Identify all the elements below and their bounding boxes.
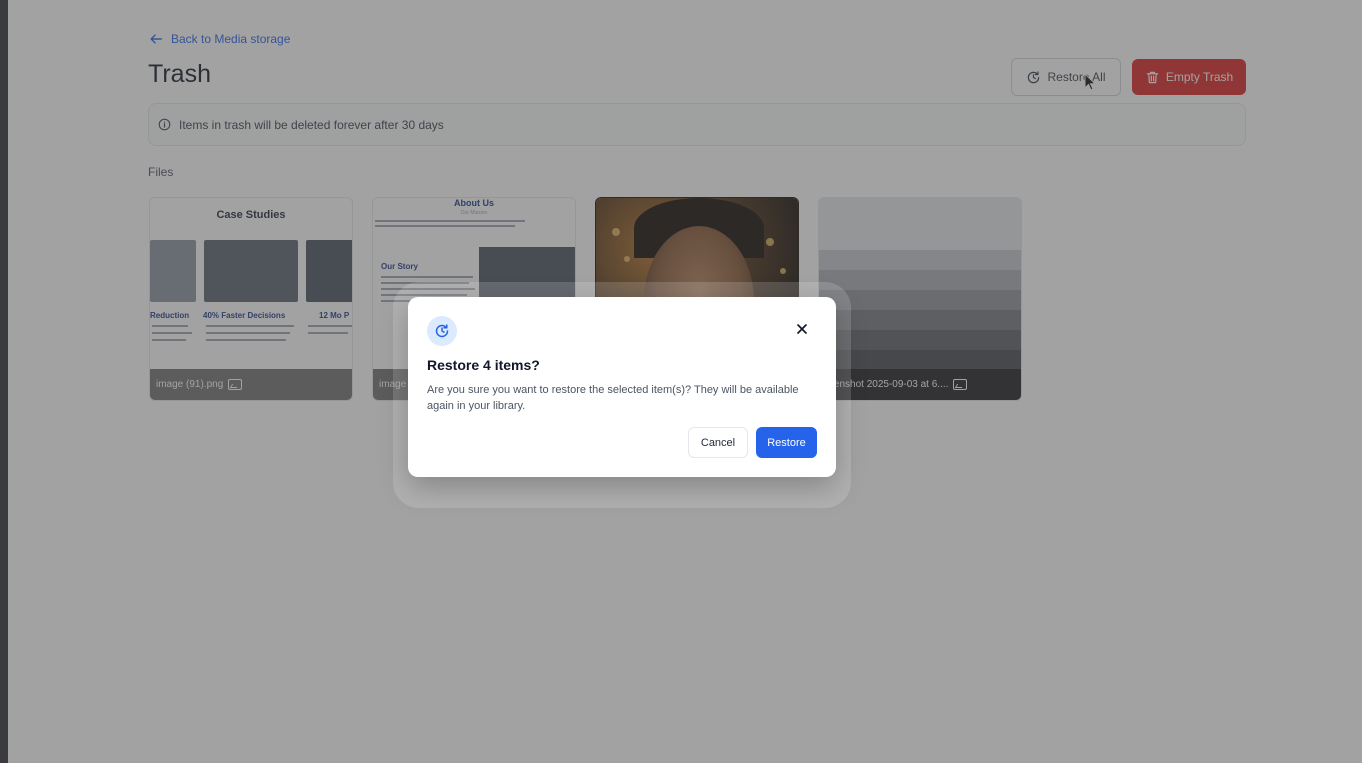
restore-icon (435, 324, 449, 338)
restore-icon-badge (427, 316, 457, 346)
close-icon (797, 324, 807, 334)
confirm-restore-button[interactable]: Restore (756, 427, 817, 458)
dialog-message: Are you sure you want to restore the sel… (427, 384, 799, 412)
restore-dialog: Restore 4 items? Are you sure you want t… (408, 297, 836, 477)
cancel-button[interactable]: Cancel (688, 427, 748, 458)
close-dialog-button[interactable] (794, 321, 810, 337)
dialog-title: Restore 4 items? (427, 357, 540, 373)
